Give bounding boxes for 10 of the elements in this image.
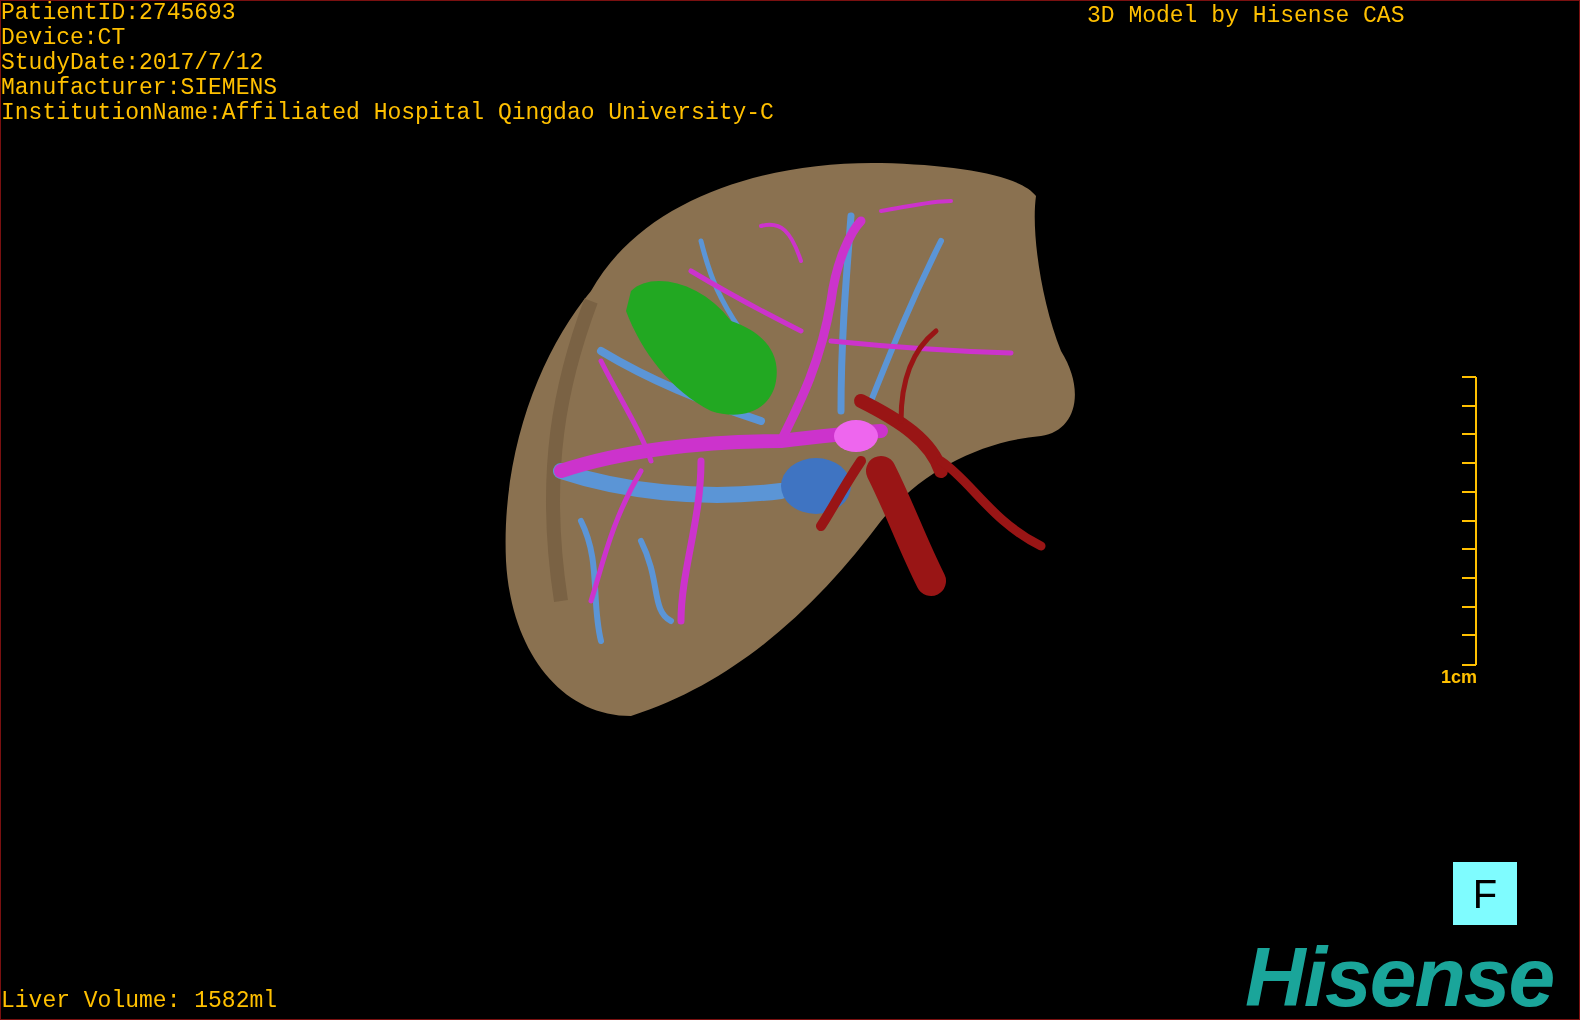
patient-info-line: InstitutionName:Affiliated Hospital Qingdao University-C bbox=[1, 101, 774, 126]
liver-volume: Liver Volume: 1582ml bbox=[1, 987, 278, 1016]
patient-info-line: Manufacturer:SIEMENS bbox=[1, 76, 279, 101]
patient-info-line: Device:CT bbox=[1, 26, 127, 51]
patient-info-line: StudyDate:2017/7/12 bbox=[1, 51, 265, 76]
scale-label: 1cm bbox=[1441, 666, 1478, 688]
patient-info-line: PatientID:2745693 bbox=[1, 1, 237, 26]
orientation-marker[interactable]: F bbox=[1453, 862, 1517, 925]
brand-logo: Hisense bbox=[1245, 937, 1554, 1017]
viewer-title: 3D Model by Hisense CAS bbox=[1087, 2, 1405, 31]
